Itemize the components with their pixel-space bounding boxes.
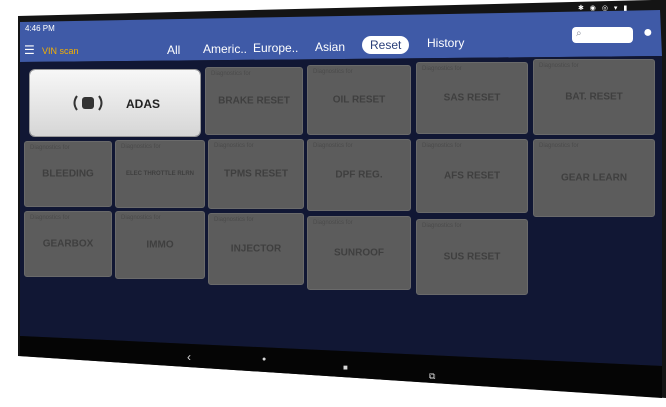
vin-scan-label[interactable]: VIN scan: [42, 46, 79, 56]
tile-label: IMMO: [146, 239, 174, 251]
tab-asian[interactable]: Asian: [315, 40, 345, 54]
tile-gear-learn[interactable]: Diagnostics for GEAR LEARN: [533, 139, 655, 217]
tile-sunroof[interactable]: Diagnostics for SUNROOF: [307, 216, 411, 290]
screenshot-button[interactable]: ⧉: [429, 371, 435, 382]
tile-caption: Diagnostics for: [539, 63, 579, 69]
tile-oil-reset[interactable]: Diagnostics for OIL RESET: [307, 65, 411, 135]
tile-afs-reset[interactable]: Diagnostics for AFS RESET: [416, 139, 528, 213]
tile-caption: Diagnostics for: [422, 223, 462, 229]
tile-label: AFS RESET: [443, 170, 501, 182]
tile-adas[interactable]: ADAS: [30, 70, 200, 136]
tile-bleeding[interactable]: Diagnostics for BLEEDING: [24, 141, 112, 207]
tile-caption: Diagnostics for: [313, 143, 353, 149]
tile-label: GEARBOX: [42, 238, 94, 250]
tile-label: OIL RESET: [332, 94, 386, 106]
tile-caption: Diagnostics for: [313, 69, 353, 75]
adas-car-icon: [73, 95, 103, 111]
tile-bat-reset[interactable]: Diagnostics for BAT. RESET: [533, 59, 655, 135]
tab-americas[interactable]: Americ..: [203, 42, 247, 56]
tile-sus-reset[interactable]: Diagnostics for SUS RESET: [416, 219, 528, 295]
tile-gearbox[interactable]: Diagnostics for GEARBOX: [24, 211, 112, 277]
tile-label: BAT. RESET: [565, 91, 623, 103]
home-button[interactable]: ●: [262, 356, 266, 363]
tile-label: TPMS RESET: [224, 168, 288, 180]
tile-injector[interactable]: Diagnostics for INJECTOR: [208, 213, 304, 285]
tile-label: SAS RESET: [443, 92, 501, 104]
tile-caption: Diagnostics for: [211, 71, 251, 77]
tab-europe[interactable]: Europe..: [253, 41, 298, 55]
tile-label: SUNROOF: [334, 247, 384, 259]
tile-caption: Diagnostics for: [422, 143, 462, 149]
search-input[interactable]: ⌕: [572, 27, 633, 43]
tile-caption: Diagnostics for: [30, 215, 70, 221]
tile-label: GEAR LEARN: [560, 172, 628, 184]
tile-sas-reset[interactable]: Diagnostics for SAS RESET: [416, 62, 528, 134]
user-icon[interactable]: ●: [643, 24, 653, 42]
tile-caption: Diagnostics for: [30, 145, 70, 151]
tile-tpms-reset[interactable]: Diagnostics for TPMS RESET: [208, 139, 304, 209]
tile-brake-reset[interactable]: Diagnostics for BRAKE RESET: [205, 67, 303, 135]
tile-dpf-reg[interactable]: Diagnostics for DPF REG.: [307, 139, 411, 211]
tile-label: INJECTOR: [230, 243, 282, 255]
tile-caption: Diagnostics for: [121, 144, 161, 150]
tile-label: ELEC THROTTLE RLRN: [126, 171, 194, 177]
recent-apps-button[interactable]: ■: [343, 363, 348, 372]
tab-history[interactable]: History: [427, 36, 464, 50]
tab-reset[interactable]: Reset: [362, 36, 410, 54]
tile-elec-throttle[interactable]: Diagnostics for ELEC THROTTLE RLRN: [115, 140, 205, 208]
tab-all[interactable]: All: [167, 43, 180, 57]
tile-immo[interactable]: Diagnostics for IMMO: [115, 211, 205, 279]
tile-label: SUS RESET: [443, 251, 501, 263]
menu-icon[interactable]: ☰: [24, 44, 35, 56]
status-icons: ✱ ◉ ◎ ▾ ▮: [578, 5, 630, 12]
tile-caption: Diagnostics for: [121, 215, 161, 221]
tile-label: BLEEDING: [42, 168, 94, 180]
tile-caption: Diagnostics for: [214, 143, 254, 149]
tile-caption: Diagnostics for: [313, 220, 353, 226]
tile-caption: Diagnostics for: [214, 217, 254, 223]
tile-label: ADAS: [126, 97, 161, 111]
status-time: 4:46 PM: [25, 24, 55, 33]
tile-caption: Diagnostics for: [539, 143, 579, 149]
tile-label: DPF REG.: [335, 169, 383, 181]
back-button[interactable]: ‹: [187, 350, 191, 364]
tile-caption: Diagnostics for: [422, 66, 462, 72]
tile-label: BRAKE RESET: [218, 95, 290, 107]
tablet-screen: 4:46 PM ✱ ◉ ◎ ▾ ▮ ☰ VIN scan All Americ.…: [0, 0, 666, 407]
search-icon: ⌕: [576, 28, 582, 39]
